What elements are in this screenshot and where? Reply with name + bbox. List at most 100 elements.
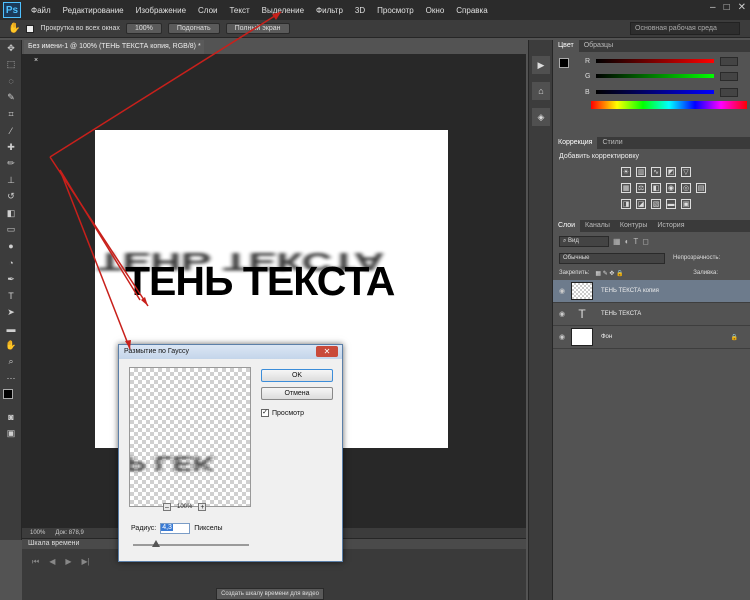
hand-tool-icon-2[interactable]: ✋ [0, 337, 22, 354]
visibility-eye-icon[interactable]: ◉ [553, 310, 571, 318]
eyedropper-tool-icon[interactable]: ⁄ [0, 123, 22, 140]
channel-mixer-icon[interactable]: ◎ [681, 183, 691, 193]
zoom-level[interactable]: 100% [30, 530, 45, 536]
visibility-eye-icon[interactable]: ◉ [553, 287, 571, 295]
menu-window[interactable]: Окно [420, 6, 451, 15]
filter-pixel-icon[interactable]: ▦ [613, 237, 621, 246]
quick-mask-icon[interactable]: ◙ [0, 409, 22, 426]
invert-icon[interactable]: ◨ [621, 199, 631, 209]
menu-image[interactable]: Изображение [130, 6, 192, 15]
close-tab-icon[interactable]: × [34, 57, 38, 64]
move-tool-icon[interactable]: ✥ [0, 40, 22, 57]
exposure-icon[interactable]: ◩ [666, 167, 676, 177]
cancel-button[interactable]: Отмена [261, 387, 333, 400]
pen-tool-icon[interactable]: ✒ [0, 271, 22, 288]
posterize-icon[interactable]: ◪ [636, 199, 646, 209]
layer-kind-filter[interactable]: ⌕ Вид [559, 235, 609, 247]
zoom-tool-icon[interactable]: ⌕ [0, 354, 22, 371]
foreground-color-swatch[interactable] [3, 388, 13, 399]
filter-adjust-icon[interactable]: ◐ [625, 237, 630, 246]
tab-color[interactable]: Цвет [553, 40, 579, 52]
menu-help[interactable]: Справка [450, 6, 493, 15]
history-brush-icon[interactable]: ↺ [0, 189, 22, 206]
create-timeline-button[interactable]: Создать шкалу времени для видео [216, 588, 324, 600]
gradient-map-icon[interactable]: ▬ [666, 199, 676, 209]
play-actions-icon[interactable]: ▶ [532, 56, 550, 74]
layer-row[interactable]: ◉ ТЕНЬ ТЕКСТА копия [553, 280, 750, 303]
color-spectrum[interactable] [591, 101, 747, 109]
fit-screen-button[interactable]: Подогнать [167, 23, 220, 34]
healing-tool-icon[interactable]: ✚ [0, 139, 22, 156]
scroll-all-checkbox[interactable] [26, 24, 35, 33]
green-value[interactable] [720, 71, 739, 81]
close-window-button[interactable]: ✕ [738, 2, 746, 13]
selective-color-icon[interactable]: ▣ [681, 199, 691, 209]
tab-swatches[interactable]: Образцы [579, 40, 618, 52]
preview-checkbox[interactable]: ✓ [261, 409, 269, 417]
tab-adjustments[interactable]: Коррекция [553, 137, 598, 149]
crop-tool-icon[interactable]: ⌗ [0, 106, 22, 123]
menu-view[interactable]: Просмотр [371, 6, 420, 15]
vibrance-icon[interactable]: ▽ [681, 167, 691, 177]
eraser-tool-icon[interactable]: ◧ [0, 205, 22, 222]
filter-type-icon[interactable]: T [633, 237, 638, 246]
dialog-title-bar[interactable]: Размытие по Гауссу ✕ [119, 345, 342, 359]
menu-3d[interactable]: 3D [349, 6, 371, 15]
next-frame-icon[interactable]: ▶| [82, 557, 90, 567]
radius-input[interactable]: 4,3 [160, 523, 191, 534]
workspace-select[interactable]: Основная рабочая среда [630, 22, 740, 35]
tab-channels[interactable]: Каналы [580, 220, 615, 232]
levels-icon[interactable]: ▥ [636, 167, 646, 177]
tab-history[interactable]: История [652, 220, 689, 232]
zoom-100-button[interactable]: 100% [125, 23, 162, 34]
layer-row[interactable]: ◉ Фон 🔒 [553, 326, 750, 349]
menu-text[interactable]: Текст [223, 6, 255, 15]
blur-tool-icon[interactable]: ● [0, 238, 22, 255]
color-fg-swatch[interactable] [559, 58, 569, 68]
dodge-tool-icon[interactable]: ◔ [0, 255, 22, 272]
blue-slider[interactable] [595, 90, 714, 94]
menu-layers[interactable]: Слои [192, 6, 223, 15]
prev-frame-icon[interactable]: ◀ [49, 557, 55, 567]
visibility-eye-icon[interactable]: ◉ [553, 333, 571, 341]
blend-mode-select[interactable]: Обычные [559, 252, 665, 264]
document-tab[interactable]: Без имени-1 @ 100% (ТЕНЬ ТЕКСТА копия, R… [24, 40, 204, 64]
curves-icon[interactable]: ∿ [651, 167, 661, 177]
dialog-close-button[interactable]: ✕ [316, 346, 338, 357]
more-tools-icon[interactable]: ⋯ [0, 370, 22, 387]
stamp-tool-icon[interactable]: ⊥ [0, 172, 22, 189]
ok-button[interactable]: OK [261, 369, 333, 382]
menu-select[interactable]: Выделение [256, 6, 310, 15]
minimize-button[interactable]: – [710, 2, 716, 13]
lasso-tool-icon[interactable]: ◌ [0, 73, 22, 90]
screen-mode-icon[interactable]: ▣ [0, 425, 22, 442]
color-balance-icon[interactable]: ⚖ [636, 183, 646, 193]
shape-tool-icon[interactable]: ▬ [0, 321, 22, 338]
type-tool-icon[interactable]: T [0, 288, 22, 305]
red-slider[interactable] [596, 59, 715, 63]
marquee-tool-icon[interactable]: ⬚ [0, 57, 22, 74]
black-white-icon[interactable]: ◧ [651, 183, 661, 193]
first-frame-icon[interactable]: ⏮ [32, 557, 39, 567]
tab-styles[interactable]: Стили [597, 137, 627, 149]
photo-filter-icon[interactable]: ◉ [666, 183, 676, 193]
blur-preview[interactable]: Р LEK [129, 367, 251, 507]
lock-icon[interactable]: ▦ ✎ ✥ 🔒 [595, 270, 623, 277]
tab-layers[interactable]: Слои [553, 220, 581, 232]
history-icon[interactable]: ⌂ [532, 82, 550, 100]
radius-slider-track[interactable] [133, 544, 249, 546]
color-swatches[interactable] [0, 387, 21, 409]
radius-slider-thumb[interactable] [152, 540, 161, 547]
blue-value[interactable] [719, 87, 738, 97]
3d-icon[interactable]: ◈ [532, 108, 550, 126]
gradient-tool-icon[interactable]: ▭ [0, 222, 22, 239]
red-value[interactable] [720, 56, 739, 66]
brightness-icon[interactable]: ☀ [621, 167, 631, 177]
zoom-in-button[interactable]: + [198, 503, 207, 511]
menu-edit[interactable]: Редактирование [57, 6, 130, 15]
play-icon[interactable]: ▶ [65, 557, 71, 567]
layer-row[interactable]: ◉ T ТЕНЬ ТЕКСТА [553, 303, 750, 326]
green-slider[interactable] [596, 74, 715, 78]
path-select-tool-icon[interactable]: ➤ [0, 304, 22, 321]
hue-saturation-icon[interactable]: ▦ [621, 183, 631, 193]
